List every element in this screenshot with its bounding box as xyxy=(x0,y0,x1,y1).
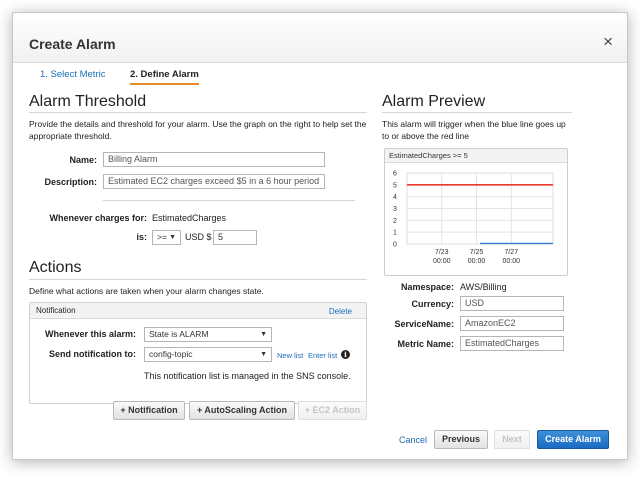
y-tick-label: 0 xyxy=(393,242,397,249)
step-define-alarm: 2. Define Alarm xyxy=(130,69,199,85)
x-tick-label: 00:00 xyxy=(433,258,451,265)
chart-title: EstimatedCharges >= 5 xyxy=(389,151,468,160)
chart-header: EstimatedCharges >= 5 xyxy=(385,149,567,163)
enter-list-link[interactable]: Enter list xyxy=(308,351,337,360)
currency-field: USD xyxy=(460,296,564,311)
create-alarm-button[interactable]: Create Alarm xyxy=(537,430,609,449)
alarm-threshold-heading: Alarm Threshold xyxy=(29,93,147,110)
service-name-field: AmazonEC2 xyxy=(460,316,564,331)
comparison-operator-select[interactable]: >= ▼ xyxy=(152,230,181,245)
threshold-description: Provide the details and threshold for yo… xyxy=(29,119,367,141)
preview-description: This alarm will trigger when the blue li… xyxy=(382,119,566,141)
y-tick-label: 2 xyxy=(393,218,397,225)
dialog-header: Create Alarm × xyxy=(13,13,627,63)
threshold-amount-input[interactable]: 5 xyxy=(213,230,257,245)
topic-value: config-topic xyxy=(149,349,193,359)
sns-managed-note: This notification list is managed in the… xyxy=(144,371,351,381)
charges-for-label: Whenever charges for: xyxy=(49,213,147,223)
alarm-state-select[interactable]: State is ALARM ▼ xyxy=(144,327,272,342)
namespace-value: AWS/Billing xyxy=(460,282,507,292)
metric-name-field: EstimatedCharges xyxy=(460,336,564,351)
notification-topic-select[interactable]: config-topic ▼ xyxy=(144,347,272,362)
chevron-down-icon: ▼ xyxy=(169,234,176,241)
y-tick-label: 6 xyxy=(393,171,397,178)
info-icon[interactable]: i xyxy=(341,350,350,359)
delete-notification-link[interactable]: Delete xyxy=(329,307,352,316)
divider xyxy=(382,112,572,113)
alarm-state-value: State is ALARM xyxy=(149,329,209,339)
currency-label: Currency: xyxy=(411,299,454,309)
x-tick-label: 7/25 xyxy=(470,249,484,256)
description-label: Description: xyxy=(44,177,97,187)
chart-plot: 0 1 2 3 4 5 6 7/23 00:00 7/25 00:00 7/27 00:00 xyxy=(393,171,554,265)
notification-panel: Notification Delete Whenever this alarm:… xyxy=(29,302,367,404)
add-notification-button[interactable]: + Notification xyxy=(113,401,185,420)
service-name-label: ServiceName: xyxy=(394,319,454,329)
y-tick-label: 1 xyxy=(393,230,397,237)
divider xyxy=(103,200,355,201)
divider xyxy=(29,112,367,113)
y-tick-label: 5 xyxy=(393,182,397,189)
create-alarm-dialog: Create Alarm × 1. Select Metric 2. Defin… xyxy=(12,12,628,460)
alarm-name-input[interactable]: Billing Alarm xyxy=(103,152,325,167)
x-tick-label: 00:00 xyxy=(503,258,521,265)
next-button: Next xyxy=(494,430,530,449)
y-tick-label: 3 xyxy=(393,206,397,213)
whenever-alarm-label: Whenever this alarm: xyxy=(44,329,136,339)
close-icon[interactable]: × xyxy=(603,33,613,50)
divider xyxy=(29,279,367,280)
previous-button[interactable]: Previous xyxy=(434,430,488,449)
alarm-description-input[interactable]: Estimated EC2 charges exceed $5 in a 6 h… xyxy=(103,174,325,189)
add-ec2-action-button: + EC2 Action xyxy=(298,401,367,420)
operator-value: >= xyxy=(157,232,167,242)
cancel-link[interactable]: Cancel xyxy=(399,435,427,445)
dialog-title: Create Alarm xyxy=(29,36,116,52)
currency-prefix: USD $ xyxy=(185,232,212,242)
new-list-link[interactable]: New list xyxy=(277,351,303,360)
alarm-preview-heading: Alarm Preview xyxy=(382,93,486,110)
metric-name-label: Metric Name: xyxy=(397,339,454,349)
send-notification-label: Send notification to: xyxy=(49,349,136,359)
charges-metric-value: EstimatedCharges xyxy=(152,213,227,223)
is-label: is: xyxy=(136,232,147,242)
chevron-down-icon: ▼ xyxy=(260,351,267,358)
actions-heading: Actions xyxy=(29,259,82,276)
preview-chart: EstimatedCharges >= 5 0 1 2 3 4 5 6 7/23 00:00 7/… xyxy=(384,148,568,276)
x-tick-label: 7/27 xyxy=(504,249,518,256)
notification-panel-header: Notification Delete xyxy=(30,303,366,319)
notification-header-label: Notification xyxy=(36,306,76,315)
y-tick-label: 4 xyxy=(393,194,397,201)
namespace-label: Namespace: xyxy=(400,282,454,292)
x-tick-label: 00:00 xyxy=(468,258,486,265)
chevron-down-icon: ▼ xyxy=(260,331,267,338)
actions-description: Define what actions are taken when your … xyxy=(29,286,264,296)
name-label: Name: xyxy=(69,155,97,165)
add-autoscaling-action-button[interactable]: + AutoScaling Action xyxy=(189,401,295,420)
step-select-metric[interactable]: 1. Select Metric xyxy=(40,69,105,80)
x-tick-label: 7/23 xyxy=(435,249,449,256)
